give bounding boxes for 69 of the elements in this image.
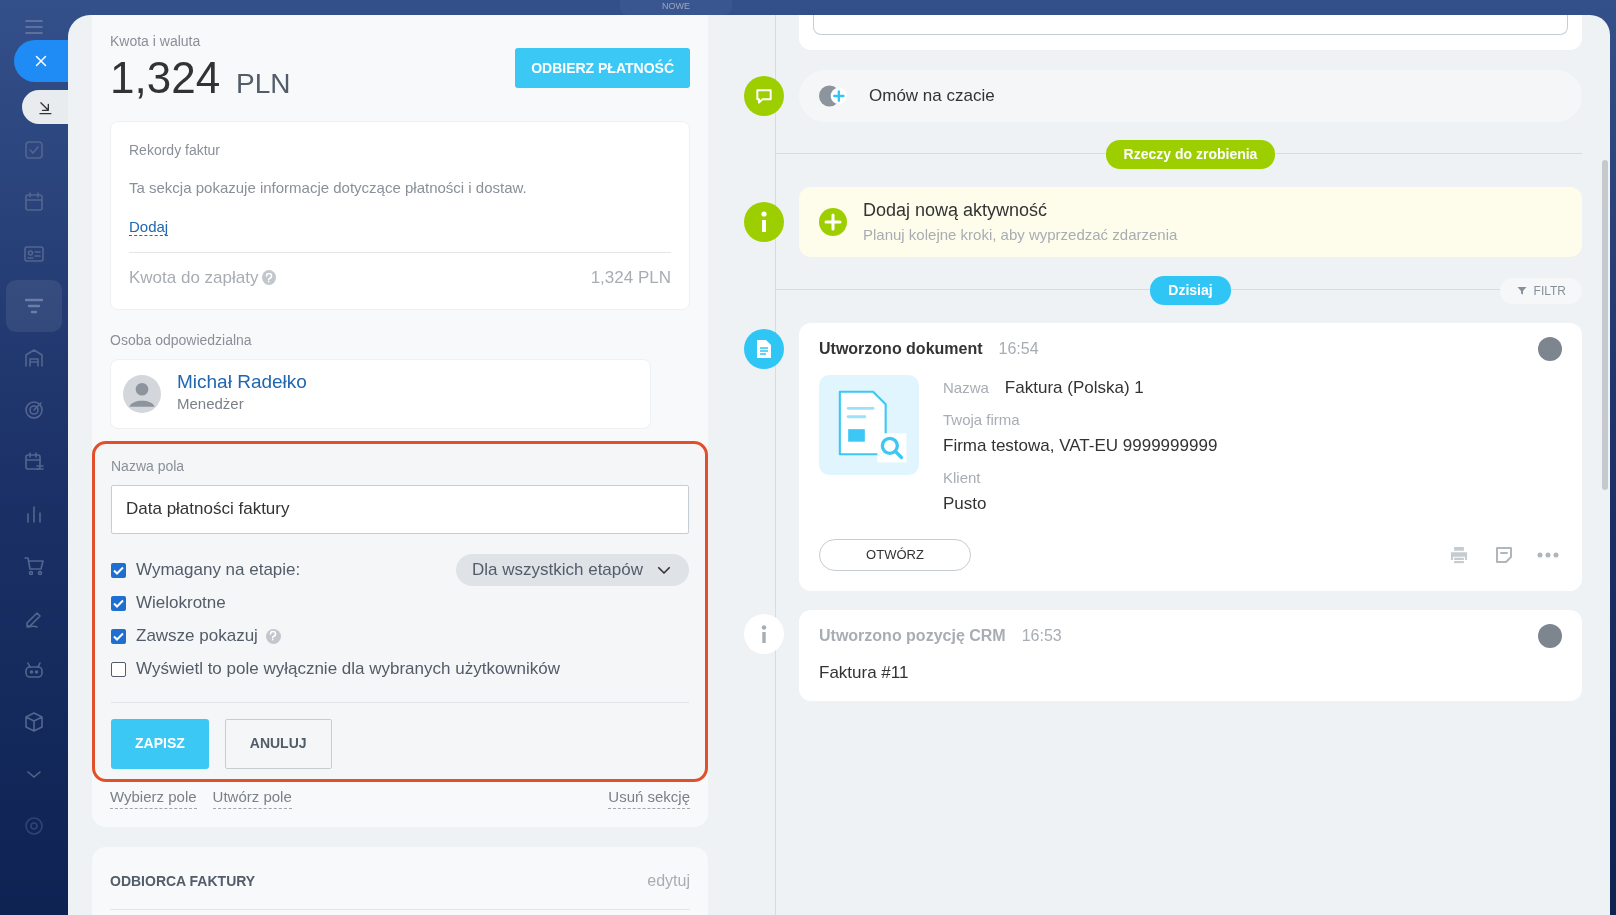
- field-label: Twoja firma: [943, 409, 1021, 430]
- person-role: Menedżer: [177, 394, 245, 415]
- currency: PLN: [236, 67, 291, 101]
- cancel-button[interactable]: ANULUJ: [224, 718, 332, 769]
- collapse-button[interactable]: [22, 90, 68, 124]
- due-amount: 1,324 PLN: [590, 267, 671, 289]
- chat-icon: [744, 76, 784, 116]
- records-description: Ta sekcja pokazuje informacje dotyczące płatności i dostaw.: [129, 178, 528, 198]
- info-icon: [744, 613, 784, 654]
- records-title: Rekordy faktur: [129, 141, 222, 160]
- document-icon: [744, 329, 784, 369]
- field-link[interactable]: Utwórz pole: [212, 785, 292, 809]
- todo-label: Rzeczy do zrobienia: [1105, 140, 1276, 169]
- option-label: Wymagany na etapie:: [136, 559, 301, 582]
- event-title: Utworzono pozycję CRM: [819, 625, 1006, 646]
- comment-field[interactable]: [813, 15, 1568, 35]
- close-button[interactable]: [14, 40, 68, 82]
- event-time: 16:53: [1021, 625, 1062, 646]
- stage-dropdown[interactable]: Dla wszystkich etapów: [456, 554, 689, 586]
- checkbox-icon[interactable]: [22, 138, 46, 162]
- amount-label: Kwota i waluta: [110, 32, 202, 51]
- target-icon[interactable]: [22, 398, 46, 422]
- warehouse-icon[interactable]: [22, 346, 46, 370]
- scrollbar[interactable]: [1602, 160, 1608, 490]
- option-label: Zawsze pokazuj: [136, 625, 258, 648]
- field-value: Pusto: [943, 493, 988, 515]
- chat-card[interactable]: Omów na czacie: [799, 70, 1582, 122]
- chat-label: Omów na czacie: [869, 85, 995, 108]
- add-activity-card[interactable]: Dodaj nową aktywność Planuj kolejne kroki, aby wyprzedzać zdarzenia: [799, 187, 1582, 257]
- recipient-title: ODBIORCA FAKTURY: [110, 871, 256, 891]
- checkbox[interactable]: [111, 595, 126, 611]
- field-value: Firma testowa, VAT-EU 9999999999: [943, 435, 1218, 457]
- checkbox[interactable]: [111, 661, 126, 677]
- field-name-label: Nazwa pola: [111, 456, 186, 476]
- funnel-icon: [1515, 284, 1528, 297]
- option-label: Wyświetl to pole wyłącznie dla wybranych użytkowników: [136, 658, 561, 681]
- activity-subtitle: Planuj kolejne kroki, aby wyprzedzać zdarzenia: [863, 225, 1178, 246]
- field-link[interactable]: Wybierz pole: [110, 785, 197, 809]
- cube-icon[interactable]: [22, 710, 46, 734]
- checkbox[interactable]: [111, 562, 126, 578]
- event-text: Faktura #11: [819, 661, 910, 684]
- filter-button[interactable]: FILTR: [1499, 277, 1582, 304]
- add-icon: [819, 208, 847, 236]
- field-name-input[interactable]: Data płatności faktury: [111, 484, 689, 534]
- avatar: [1538, 623, 1562, 648]
- field-label: Nazwa: [943, 378, 989, 398]
- calendar-icon[interactable]: [22, 190, 46, 214]
- event-time: 16:54: [998, 339, 1039, 359]
- avatar: [1538, 337, 1562, 361]
- field-label: Klient: [943, 467, 982, 488]
- due-label: Kwota do zapłaty: [129, 267, 259, 289]
- option-label: Wielokrotne: [136, 592, 226, 615]
- activity-title: Dodaj nową aktywność: [863, 199, 1049, 223]
- cart-icon[interactable]: [22, 554, 46, 578]
- remove-section-link[interactable]: Usuń sekcję: [608, 785, 690, 809]
- today-label: Dzisiaj: [1150, 276, 1231, 305]
- checkbox[interactable]: [111, 628, 126, 644]
- open-button[interactable]: OTWÓRZ: [819, 538, 971, 571]
- info-icon: [744, 202, 784, 242]
- tab[interactable]: NOWE: [620, 0, 732, 15]
- avatar: [123, 374, 161, 413]
- responsible-label: Osoba odpowiedzialna: [110, 330, 253, 350]
- settings-icon[interactable]: [22, 814, 46, 838]
- add-link[interactable]: Dodaj: [129, 217, 169, 236]
- event-title: Utworzono dokument: [819, 339, 983, 359]
- amount-value: 1,324: [110, 56, 221, 100]
- person-name[interactable]: Michał Radełko: [177, 371, 307, 394]
- help-icon: [262, 270, 277, 286]
- field-value: Faktura (Polska) 1: [1004, 377, 1144, 399]
